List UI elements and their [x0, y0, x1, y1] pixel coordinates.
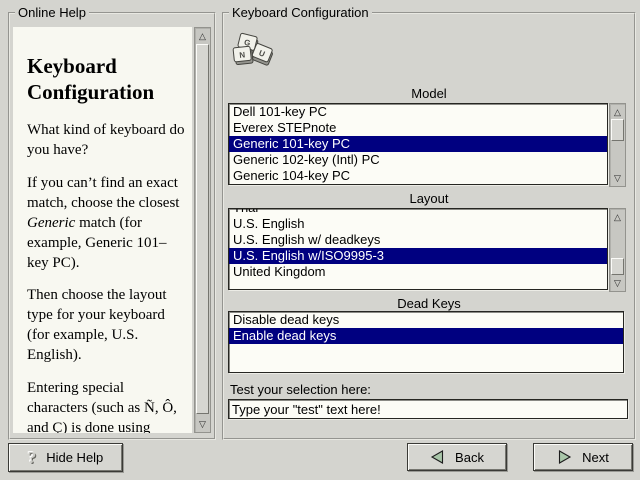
layout-label: Layout	[224, 191, 634, 206]
keyboard-config-panel: Keyboard Configuration G N U Model Dell …	[222, 12, 636, 440]
installer-window: { "help": { "title": "Online Help", "hea…	[0, 0, 640, 480]
list-item[interactable]: Generic 102-key (Intl) PC	[229, 152, 607, 168]
test-input[interactable]	[228, 399, 628, 419]
hide-help-label: Hide Help	[46, 450, 103, 465]
test-label: Test your selection here:	[230, 382, 371, 397]
list-item[interactable]: Everex STEPnote	[229, 120, 607, 136]
online-help-frame-title: Online Help	[15, 5, 89, 20]
model-scrollbar-thumb[interactable]	[611, 119, 624, 141]
scroll-down-icon[interactable]: ▽	[195, 418, 210, 430]
back-label: Back	[455, 450, 484, 465]
list-item[interactable]: U.S. English w/ deadkeys	[229, 232, 607, 248]
help-scrollbar[interactable]: △ ▽	[194, 27, 211, 433]
model-scrollbar[interactable]: △ ▽	[609, 103, 626, 187]
help-paragraph: If you can’t find an exact match, choose…	[27, 174, 185, 274]
help-paragraph: Then choose the layout type for your key…	[27, 286, 185, 366]
help-scrollbar-thumb[interactable]	[196, 44, 209, 414]
keyboard-keys-icon: G N U	[232, 32, 278, 72]
list-item[interactable]: Generic 104-key PC	[229, 168, 607, 184]
scroll-down-icon[interactable]: ▽	[610, 172, 625, 184]
list-item[interactable]: Thai	[229, 208, 607, 216]
scroll-up-icon[interactable]: △	[610, 211, 625, 223]
layout-list[interactable]: ThaiU.S. EnglishU.S. English w/ deadkeys…	[228, 208, 608, 290]
next-button[interactable]: Next	[533, 443, 633, 471]
model-list[interactable]: Dell 101-key PCEverex STEPnoteGeneric 10…	[228, 103, 608, 185]
layout-scrollbar-thumb[interactable]	[611, 258, 624, 275]
online-help-panel: Online Help Keyboard Configuration What …	[8, 12, 216, 440]
deadkeys-list[interactable]: Disable dead keysEnable dead keys	[228, 311, 624, 373]
list-item[interactable]: U.S. English w/ISO9995-3	[229, 248, 607, 264]
list-item[interactable]: Disable dead keys	[229, 312, 623, 328]
back-button[interactable]: Back	[407, 443, 507, 471]
panel-frame-title: Keyboard Configuration	[229, 5, 372, 20]
next-label: Next	[582, 450, 609, 465]
list-item[interactable]: U.S. English	[229, 216, 607, 232]
scroll-up-icon[interactable]: △	[610, 106, 625, 118]
question-mark-icon: ?	[28, 449, 37, 466]
list-item[interactable]: United Kingdom	[229, 264, 607, 280]
help-content: Keyboard Configuration What kind of keyb…	[27, 53, 185, 433]
hide-help-button[interactable]: ? Hide Help	[8, 443, 123, 472]
deadkeys-label: Dead Keys	[224, 296, 634, 311]
scroll-up-icon[interactable]: △	[195, 30, 210, 42]
next-arrow-icon	[557, 450, 572, 464]
help-paragraph: What kind of keyboard do you have?	[27, 121, 185, 161]
help-paragraph: Entering special characters (such as Ñ, …	[27, 379, 185, 433]
back-arrow-icon	[430, 450, 445, 464]
list-item[interactable]: Generic 101-key PC	[229, 136, 607, 152]
list-item[interactable]: Enable dead keys	[229, 328, 623, 344]
layout-scrollbar[interactable]: △ ▽	[609, 208, 626, 292]
help-heading: Keyboard Configuration	[27, 53, 185, 106]
scroll-down-icon[interactable]: ▽	[610, 277, 625, 289]
help-viewport: Keyboard Configuration What kind of keyb…	[13, 27, 192, 433]
svg-text:N: N	[239, 50, 246, 60]
model-label: Model	[224, 86, 634, 101]
list-item[interactable]: Dell 101-key PC	[229, 104, 607, 120]
